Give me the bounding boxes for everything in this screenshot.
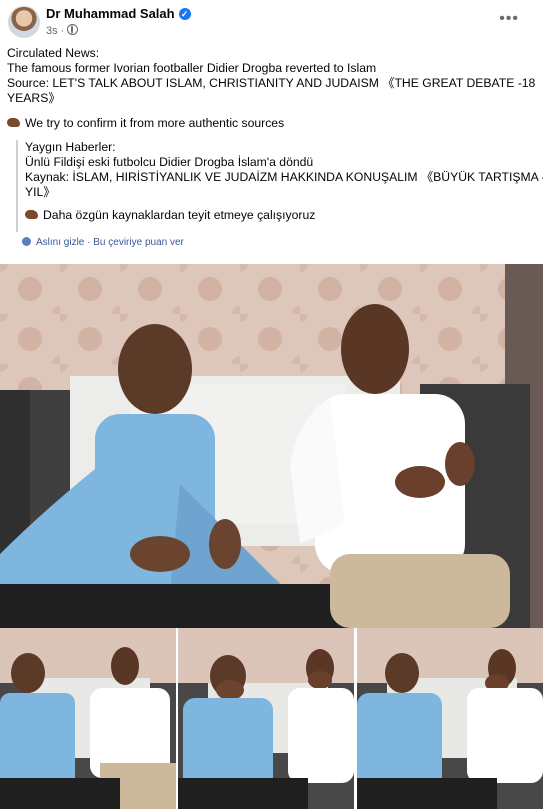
post-line-4: YEARS》: [7, 91, 61, 105]
translate-icon: [22, 237, 31, 246]
post-confirm-line: We try to confirm it from more authentic…: [7, 116, 284, 130]
post-line-3: Source: LET'S TALK ABOUT ISLAM, CHRISTIA…: [7, 76, 536, 90]
avatar[interactable]: [8, 6, 40, 38]
post-text: Circulated News: The famous former Ivori…: [7, 46, 536, 106]
translation-controls: Aslını gizle · Bu çeviriye puan ver: [22, 237, 184, 248]
author-name-text[interactable]: Dr Muhammad Salah: [46, 6, 175, 21]
post-line-2: The famous former Ivorian footballer Did…: [7, 61, 377, 75]
translation-line-3: Kaynak: İSLAM, HIRİSTİYANLIK VE JUDAİZM …: [25, 170, 543, 184]
separator: ·: [87, 237, 91, 248]
globe-icon: [67, 24, 79, 35]
more-options-button[interactable]: •••: [499, 10, 519, 28]
main-photo-image: [0, 264, 543, 628]
thumbnail-photo-3[interactable]: [357, 628, 543, 809]
translation-text: Yaygın Haberler: Ünlü Fildişi eski futbo…: [25, 140, 543, 200]
translation-block: Yaygın Haberler: Ünlü Fildişi eski futbo…: [16, 140, 543, 232]
hide-original-link[interactable]: Aslını gizle: [36, 237, 84, 248]
timestamp[interactable]: 3s: [46, 25, 58, 37]
writing-hand-emoji-icon: [7, 118, 20, 127]
author-name[interactable]: Dr Muhammad Salah ✓: [46, 6, 191, 21]
thumbnail-image-3: [357, 628, 543, 809]
thumbnail-photo-2[interactable]: [178, 628, 354, 809]
translation-line-4: YIL》: [25, 185, 56, 199]
thumbnail-image-1: [0, 628, 176, 809]
translation-confirm-line: Daha özgün kaynaklardan teyit etmeye çal…: [25, 208, 540, 222]
translation-line-2: Ünlü Fildişi eski futbolcu Didier Drogba…: [25, 155, 314, 169]
main-photo[interactable]: [0, 264, 543, 628]
writing-hand-emoji-icon: [25, 210, 38, 219]
thumbnail-photo-1[interactable]: [0, 628, 176, 809]
post-meta: 3s ·: [46, 24, 79, 37]
rate-translation-link[interactable]: Bu çeviriye puan ver: [93, 237, 184, 248]
post-header: Dr Muhammad Salah ✓ 3s · •••: [0, 0, 543, 42]
translation-confirm-text: Daha özgün kaynaklardan teyit etmeye çal…: [43, 208, 316, 222]
verified-badge-icon: ✓: [178, 8, 191, 20]
translation-line-1: Yaygın Haberler:: [25, 140, 116, 154]
post-line-1: Circulated News:: [7, 46, 100, 60]
thumbnail-image-2: [178, 628, 354, 809]
post-confirm-text: We try to confirm it from more authentic…: [25, 116, 285, 130]
